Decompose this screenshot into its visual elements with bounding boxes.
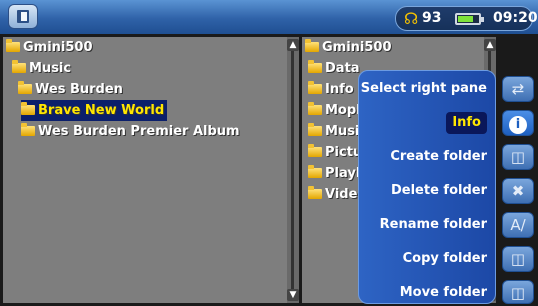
folder-icon [308,123,322,136]
folder-label: Pictu [325,145,363,160]
folder-icon [308,186,322,199]
folder-row[interactable]: Musi [308,121,359,142]
folder-icon [308,60,322,73]
folder-row[interactable]: Info [308,79,354,100]
menu-item-copy-folder[interactable]: Copy folder [403,248,487,270]
folder-label: Gmini500 [322,40,392,55]
folder-label: Gmini500 [23,40,93,55]
info-icon[interactable]: i [502,110,534,136]
folder-row[interactable]: Moph [308,100,365,121]
folder-row[interactable]: Data [308,58,360,79]
swap-panes-icon[interactable]: ⇄ [502,76,534,102]
folder-icon [308,102,322,115]
create-folder-icon[interactable]: ◫ [502,144,534,170]
volume-level: 93 [422,10,442,26]
folder-label: Wes Burden [35,82,123,97]
clock: 09:20 [493,10,538,26]
folder-row[interactable]: Vide [308,184,357,205]
folder-row[interactable]: Music [12,58,71,79]
left-scrollbar[interactable]: ▲ ▼ [287,37,299,303]
battery-icon [455,13,481,25]
folder-label: Brave New World [38,103,165,118]
folder-row[interactable]: Gmini500 [305,37,392,58]
folder-row[interactable]: Wes Burden [18,79,123,100]
menu-item-delete-folder[interactable]: Delete folder [391,180,487,202]
file-browser-app-icon[interactable] [8,4,38,29]
folder-icon [6,39,20,52]
folder-row[interactable]: Playl [308,163,360,184]
folder-icon [308,165,322,178]
folder-row[interactable]: Pictu [308,142,362,163]
delete-icon[interactable]: ✖ [502,178,534,204]
scroll-up-icon[interactable]: ▲ [484,39,496,51]
menu-item-info[interactable]: Info [446,112,487,134]
folder-icon [308,81,322,94]
folder-icon [21,123,35,136]
folder-icon [305,39,319,52]
copy-icon[interactable]: ◫ [502,246,534,272]
folder-icon [18,81,32,94]
folder-icon [21,102,35,115]
context-menu: Select right pane Info Create folder Del… [358,70,496,304]
status-pill: ☊ 93 09:20 [395,6,538,31]
menu-item-select-right-pane[interactable]: Select right pane [361,78,487,100]
headphones-icon: ☊ [404,9,419,28]
scroll-down-icon[interactable]: ▼ [287,289,299,301]
folder-label: Data [325,61,360,76]
scroll-up-icon[interactable]: ▲ [287,39,299,51]
folder-row[interactable]: Gmini500 [6,37,93,58]
folder-label: Wes Burden Premier Album [38,124,240,139]
folder-label: Musi [325,124,360,139]
menu-item-move-folder[interactable]: Move folder [400,282,487,304]
scroll-track[interactable] [291,51,294,289]
menu-item-rename-folder[interactable]: Rename folder [380,214,487,236]
folder-label: Playl [325,166,361,181]
folder-label: Vide [325,187,358,202]
folder-icon [308,144,322,157]
folder-label: Info [325,82,354,97]
folder-row-selected[interactable]: Brave New World [21,100,167,121]
folder-icon [12,60,26,73]
menu-item-create-folder[interactable]: Create folder [390,146,487,168]
rename-icon[interactable]: A∕ [502,212,534,238]
move-icon[interactable]: ◫ [502,280,534,304]
folder-label: Music [29,61,72,76]
left-pane[interactable]: Gmini500 Music Wes Burden Brave New Worl… [3,37,287,303]
top-status-bar: ☊ 93 09:20 [0,0,538,34]
folder-row[interactable]: Wes Burden Premier Album [21,121,240,142]
battery-fill [458,16,474,22]
battery-tip [481,17,484,22]
